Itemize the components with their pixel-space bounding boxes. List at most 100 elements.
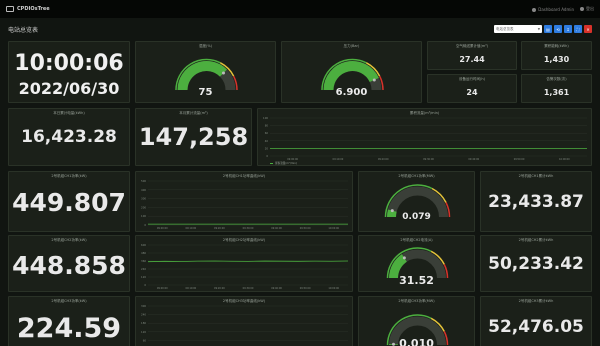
panel-title: 2号机组CH3功率(kW) bbox=[51, 299, 87, 303]
x-tick-label: 09:40:00 bbox=[468, 158, 479, 161]
dashboard-select[interactable]: 电站总览表 ▼ bbox=[494, 25, 542, 33]
panel-title: 2号机组CH3累计kWh bbox=[518, 299, 554, 303]
panel-title: 2号机组CH1累计kWh bbox=[518, 174, 554, 178]
top-right-menu: Dashboard Admin 登出 bbox=[532, 6, 594, 12]
panel-title: 2号机组CH2功率(kW) bbox=[51, 238, 87, 242]
ch2-total-panel: 2号机组CH2累计kWh 50,233.42 bbox=[480, 235, 592, 292]
user-menu[interactable]: Dashboard Admin bbox=[532, 7, 574, 12]
legend-label: 累积流量(m³/min) bbox=[275, 161, 297, 165]
kpi-value: 52,476.05 bbox=[488, 317, 584, 337]
gauge-value: 6.900 bbox=[335, 87, 368, 98]
clock-date: 2022/06/30 bbox=[18, 79, 120, 98]
panel-title: 本月累计流量(m³) bbox=[179, 111, 208, 115]
ch2-gauge-panel: 2号机组CH2电流(A) 31.52 bbox=[358, 235, 475, 292]
panel-title: 空气输送累计值(m³) bbox=[455, 44, 489, 48]
chevron-down-icon: ▼ bbox=[537, 27, 540, 31]
kpi-panel-2: 累积能耗(kWh) 1,430 bbox=[521, 41, 592, 70]
page-header: 电站总览表 电站总览表 ▼ ▤ ⟲ ↧ ⛶ ✕ bbox=[0, 18, 600, 40]
kpi-value: 1,430 bbox=[543, 55, 570, 64]
y-tick-label: 120 bbox=[141, 275, 146, 279]
x-tick-label: 09:40:00 bbox=[271, 227, 282, 230]
y-tick-label: 20 bbox=[265, 146, 269, 150]
gauge-marker bbox=[372, 78, 376, 82]
kpi-value: 1,361 bbox=[543, 88, 570, 97]
y-tick-label: 200 bbox=[141, 205, 146, 209]
ch3-chart-panel: 2号机组CH3功率曲线(kW) 06012018024030009:00:000… bbox=[135, 296, 353, 346]
x-tick-label: 09:50:00 bbox=[514, 158, 525, 161]
y-tick-label: 80 bbox=[265, 124, 269, 128]
y-tick-label: 180 bbox=[141, 321, 146, 325]
kpi-value: 449.807 bbox=[12, 188, 126, 217]
toolbar: 电站总览表 ▼ ▤ ⟲ ↧ ⛶ ✕ bbox=[494, 25, 592, 33]
kpi-value: 448.858 bbox=[12, 251, 126, 280]
list-button[interactable]: ▤ bbox=[544, 25, 552, 33]
y-tick-label: 0 bbox=[144, 283, 146, 287]
ch2-power-panel: 2号机组CH2功率(kW) 448.858 bbox=[8, 235, 130, 292]
kpi-panel-1: 空气输送累计值(m³) 27.44 bbox=[427, 41, 517, 70]
x-tick-label: 09:10:00 bbox=[185, 287, 196, 290]
x-tick-label: 09:30:00 bbox=[243, 227, 254, 230]
ch1-power-panel: 2号机组CH1功率(kW) 449.807 bbox=[8, 171, 130, 232]
ch2-power-chart: 0 120 240 360 480 600 09:00:00 09:10:00 09:20:00… bbox=[141, 243, 349, 290]
y-tick-label: 40 bbox=[265, 139, 269, 143]
x-tick-label: 09:10:00 bbox=[333, 158, 344, 161]
kpi-panel-4: 告警次数(次) 1,361 bbox=[521, 74, 592, 103]
kpi-value: 16,423.28 bbox=[21, 127, 117, 147]
panel-title: 设备运行时间(h) bbox=[459, 77, 485, 81]
gauge-value: 31.52 bbox=[399, 274, 434, 287]
ch3-total-panel: 2号机组CH3累计kWh 52,476.05 bbox=[480, 296, 592, 346]
power-icon bbox=[580, 7, 584, 11]
flow-trend-chart: 0 20 40 60 80 100 09:00:00 09:10:00 09:20:00 09:3… bbox=[263, 116, 587, 165]
panel-title: 告警次数(次) bbox=[546, 77, 567, 81]
page-title: 电站总览表 bbox=[8, 26, 39, 34]
panel-title: 2号机组CH2累计kWh bbox=[518, 238, 554, 242]
x-tick-label: 09:30:00 bbox=[243, 287, 254, 290]
logo-icon bbox=[6, 6, 14, 12]
brand-name: CPDIOsTree bbox=[17, 6, 50, 12]
download-button[interactable]: ↧ bbox=[564, 25, 572, 33]
x-tick-label: 09:00:00 bbox=[157, 227, 168, 230]
brand[interactable]: CPDIOsTree bbox=[6, 6, 50, 12]
fullscreen-button[interactable]: ⛶ bbox=[574, 25, 582, 33]
pressure-gauge-panel: 压力(Bar) 6.900 bbox=[281, 41, 422, 103]
x-tick-label: 09:50:00 bbox=[300, 287, 311, 290]
x-tick-label: 09:10:00 bbox=[185, 227, 196, 230]
ch1-chart-panel: 2号机组CH1功率曲线(kW) 0 100 200 300 400 500 09:00:00… bbox=[135, 171, 353, 232]
gauge-marker bbox=[402, 256, 406, 260]
ch2-chart-panel: 2号机组CH2功率曲线(kW) 0 120 240 360 480 600 09:00:00… bbox=[135, 235, 353, 292]
x-tick-label: 09:40:00 bbox=[271, 287, 282, 290]
y-tick-label: 100 bbox=[263, 116, 268, 120]
close-button[interactable]: ✕ bbox=[584, 25, 592, 33]
panel-title: 2号机组CH1功率(kW) bbox=[51, 174, 87, 178]
daily-energy-panel: 本日累计电量(kWh) 16,423.28 bbox=[8, 108, 130, 166]
kpi-value: 224.59 bbox=[16, 313, 122, 344]
x-tick-label: 10:00:00 bbox=[328, 287, 339, 290]
x-tick-label: 09:50:00 bbox=[300, 227, 311, 230]
gauge-value: 75 bbox=[198, 87, 213, 98]
y-tick-label: 300 bbox=[141, 304, 146, 308]
y-tick-label: 0 bbox=[144, 223, 146, 227]
ch3-gauge-panel: 2号机组CH3功率(MW) 0.010 bbox=[358, 296, 475, 346]
refresh-button[interactable]: ⟲ bbox=[554, 25, 562, 33]
x-tick-label: 10:00:00 bbox=[328, 227, 339, 230]
gauge-value: 0.010 bbox=[399, 337, 434, 346]
panel-title: 累积能耗(kWh) bbox=[544, 44, 569, 48]
y-tick-label: 100 bbox=[141, 214, 146, 218]
kpi-value: 27.44 bbox=[459, 55, 485, 64]
monthly-flow-panel: 本月累计流量(m³) 147,258 bbox=[135, 108, 252, 166]
logout-link[interactable]: 登出 bbox=[580, 6, 594, 12]
series-line bbox=[147, 260, 349, 263]
ch1-total-panel: 2号机组CH1累计kWh 23,433.87 bbox=[480, 171, 592, 232]
legend-swatch bbox=[270, 163, 273, 164]
x-tick-label: 09:20:00 bbox=[378, 158, 389, 161]
x-tick-label: 09:20:00 bbox=[214, 227, 225, 230]
y-tick-label: 240 bbox=[141, 267, 146, 271]
y-tick-label: 480 bbox=[141, 251, 146, 255]
y-tick-label: 400 bbox=[141, 188, 146, 192]
kpi-value: 24 bbox=[466, 88, 478, 97]
gauge-marker bbox=[221, 71, 225, 75]
y-tick-label: 0 bbox=[266, 154, 268, 158]
y-tick-label: 600 bbox=[141, 243, 146, 247]
gauge-value: 0.079 bbox=[402, 212, 431, 222]
y-tick-label: 240 bbox=[141, 313, 146, 317]
